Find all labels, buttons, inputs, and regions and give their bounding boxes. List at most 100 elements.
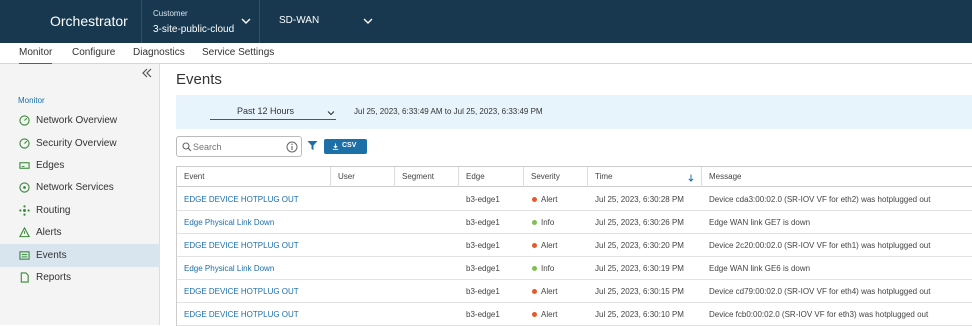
- message-cell: Edge WAN link GE7 is down: [709, 218, 811, 227]
- filter-icon[interactable]: [307, 140, 318, 151]
- time-cell: Jul 25, 2023, 6:30:15 PM: [595, 287, 684, 296]
- network-services-icon: [19, 182, 30, 193]
- page-title: Events: [176, 71, 222, 88]
- message-cell: Device 2c20:00:02.0 (SR-IOV VF for eth1)…: [709, 241, 931, 250]
- warning-icon: [19, 227, 30, 238]
- events-table: Event User Segment Edge Severity Time Me…: [176, 166, 972, 326]
- csv-label: CSV: [342, 142, 357, 149]
- edge-cell: b3-edge1: [466, 218, 500, 227]
- customer-label: Customer: [153, 9, 188, 18]
- severity-status-icon: [532, 312, 537, 317]
- search-icon: [182, 142, 192, 152]
- tab-configure[interactable]: Configure: [72, 47, 115, 58]
- sidebar-item-security-overview[interactable]: Security Overview: [0, 132, 160, 155]
- customer-selector[interactable]: Customer 3-site-public-cloud: [141, 0, 260, 43]
- routing-icon: [19, 205, 30, 216]
- severity-cell: Alert: [541, 241, 558, 250]
- column-header-event[interactable]: Event: [177, 167, 331, 187]
- severity-cell: Alert: [541, 287, 558, 296]
- severity-cell: Alert: [541, 310, 558, 319]
- message-cell: Device cda3:00:02.0 (SR-IOV VF for eth2)…: [709, 195, 931, 204]
- sidebar-item-label: Edges: [36, 160, 65, 171]
- sidebar-item-network-overview[interactable]: Network Overview: [0, 109, 160, 132]
- time-range-detail: Jul 25, 2023, 6:33:49 AM to Jul 25, 2023…: [354, 107, 543, 116]
- sidebar-item-label: Reports: [36, 272, 72, 283]
- table-row[interactable]: Edge Physical Link Down b3-edge1 Info Jul 2…: [177, 257, 972, 280]
- table-header: Event User Segment Edge Severity Time Me…: [177, 167, 972, 187]
- table-row[interactable]: EDGE DEVICE HOTPLUG OUT b3-edge1 Alert Jul …: [177, 280, 972, 303]
- severity-status-icon: [532, 243, 537, 248]
- gauge-icon: [19, 138, 30, 149]
- chevron-down-icon[interactable]: [362, 15, 374, 27]
- column-header-message[interactable]: Message: [702, 167, 972, 187]
- app-title: Orchestrator: [50, 13, 128, 29]
- table-row[interactable]: Edge Physical Link Down b3-edge1 Info Jul 2…: [177, 211, 972, 234]
- tab-monitor[interactable]: Monitor: [19, 47, 53, 65]
- time-cell: Jul 25, 2023, 6:30:19 PM: [595, 264, 684, 273]
- info-icon[interactable]: [286, 141, 298, 153]
- column-header-time[interactable]: Time: [588, 167, 702, 187]
- edge-cell: b3-edge1: [466, 195, 500, 204]
- sort-descending-icon[interactable]: [687, 174, 695, 182]
- table-row[interactable]: EDGE DEVICE HOTPLUG OUT b3-edge1 Alert Jul …: [177, 234, 972, 257]
- sidebar-item-label: Security Overview: [36, 138, 117, 149]
- message-cell: Edge WAN link GE6 is down: [709, 264, 811, 273]
- sidebar-item-label: Network Services: [36, 182, 114, 193]
- severity-cell: Alert: [541, 195, 558, 204]
- event-cell[interactable]: Edge Physical Link Down: [184, 218, 274, 227]
- download-icon: [332, 143, 339, 150]
- collapse-sidebar-icon[interactable]: [141, 67, 153, 79]
- table-row[interactable]: EDGE DEVICE HOTPLUG OUT b3-edge1 Alert Jul …: [177, 303, 972, 326]
- document-icon: [20, 272, 29, 283]
- search-box: [176, 136, 302, 157]
- column-header-edge[interactable]: Edge: [459, 167, 524, 187]
- column-header-segment[interactable]: Segment: [395, 167, 459, 187]
- event-cell[interactable]: EDGE DEVICE HOTPLUG OUT: [184, 195, 299, 204]
- severity-cell: Info: [541, 218, 555, 227]
- gauge-icon: [19, 115, 30, 126]
- severity-status-icon: [532, 220, 537, 225]
- event-cell[interactable]: EDGE DEVICE HOTPLUG OUT: [184, 241, 299, 250]
- sidebar-item-label: Alerts: [36, 227, 62, 238]
- sidebar-item-routing[interactable]: Routing: [0, 199, 160, 222]
- sidebar-item-reports[interactable]: Reports: [0, 266, 160, 289]
- time-filter-panel: Past 12 Hours Jul 25, 2023, 6:33:49 AM t…: [176, 95, 972, 129]
- severity-status-icon: [532, 197, 537, 202]
- sidebar-item-events[interactable]: Events: [0, 244, 160, 267]
- sidebar-item-label: Events: [36, 250, 67, 261]
- tab-diagnostics[interactable]: Diagnostics: [133, 47, 185, 58]
- event-cell[interactable]: EDGE DEVICE HOTPLUG OUT: [184, 287, 299, 296]
- event-cell[interactable]: Edge Physical Link Down: [184, 264, 274, 273]
- message-cell: Device cd79:00:02.0 (SR-IOV VF for eth4)…: [709, 287, 931, 296]
- product-selector[interactable]: SD-WAN: [279, 15, 319, 26]
- chevron-down-icon: [327, 111, 335, 116]
- sidebar-item-network-services[interactable]: Network Services: [0, 176, 160, 199]
- time-range-value: Past 12 Hours: [237, 106, 295, 116]
- event-cell[interactable]: EDGE DEVICE HOTPLUG OUT: [184, 310, 299, 319]
- edge-cell: b3-edge1: [466, 310, 500, 319]
- table-row[interactable]: EDGE DEVICE HOTPLUG OUT b3-edge1 Alert Jul …: [177, 188, 972, 211]
- customer-value: 3-site-public-cloud: [153, 24, 235, 35]
- time-cell: Jul 25, 2023, 6:30:20 PM: [595, 241, 684, 250]
- severity-status-icon: [532, 266, 537, 271]
- sidebar-section-title: Monitor: [18, 96, 45, 105]
- severity-cell: Info: [541, 264, 555, 273]
- column-header-severity[interactable]: Severity: [524, 167, 588, 187]
- device-icon: [19, 162, 30, 169]
- csv-export-button[interactable]: CSV: [324, 139, 367, 154]
- search-input[interactable]: [193, 139, 279, 154]
- column-header-user[interactable]: User: [331, 167, 395, 187]
- time-range-select[interactable]: Past 12 Hours: [210, 104, 336, 120]
- sidebar-item-edges[interactable]: Edges: [0, 154, 160, 177]
- edge-cell: b3-edge1: [466, 287, 500, 296]
- edge-cell: b3-edge1: [466, 241, 500, 250]
- sidebar-item-alerts[interactable]: Alerts: [0, 221, 160, 244]
- tab-service-settings[interactable]: Service Settings: [202, 47, 274, 58]
- chevron-down-icon: [241, 18, 251, 24]
- events-icon: [19, 251, 30, 260]
- top-bar: Orchestrator Customer 3-site-public-clou…: [0, 0, 972, 43]
- time-cell: Jul 25, 2023, 6:30:10 PM: [595, 310, 684, 319]
- severity-status-icon: [532, 289, 537, 294]
- message-cell: Device fcb0:00:02.0 (SR-IOV VF for eth3)…: [709, 310, 929, 319]
- main-tabs: Monitor Configure Diagnostics Service Se…: [0, 43, 972, 65]
